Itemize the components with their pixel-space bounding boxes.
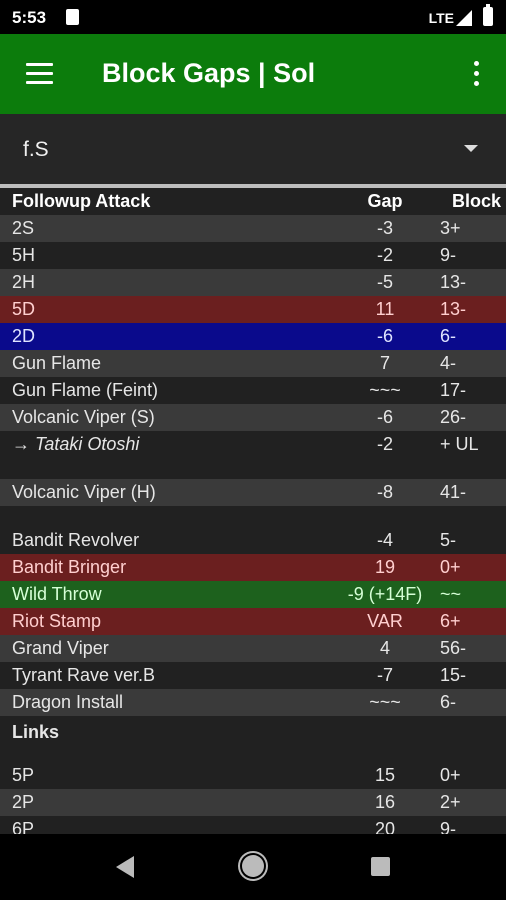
table-row: Bandit Revolver -4 -5	[0, 527, 506, 554]
table-row: Bandit Bringer 19 +0	[0, 554, 506, 581]
table-row: Wild Throw -9 (+14F) ~~	[0, 581, 506, 608]
overflow-menu-icon[interactable]	[474, 61, 480, 89]
menu-icon[interactable]	[26, 63, 53, 85]
block-value: -15	[440, 665, 467, 685]
block-gap-table[interactable]: Followup Attack Gap Block 2S -3 +3 5H -2…	[0, 188, 506, 834]
table-row: Grand Viper 4 -56	[0, 635, 506, 662]
table-row: Tyrant Rave ver.B -7 -15	[0, 662, 506, 689]
section-heading-links: Links	[0, 716, 506, 762]
block-value: UL +	[440, 434, 479, 454]
recents-icon[interactable]	[371, 857, 390, 876]
table-row: Volcanic Viper (S) -6 -26	[0, 404, 506, 431]
attack-name: 2D	[12, 326, 36, 346]
block-value: -9	[440, 819, 457, 834]
navigation-bar	[0, 834, 506, 900]
attack-name: → Tataki Otoshi	[12, 434, 140, 454]
table-row: Gun Flame (Feint) ~~~ -17	[0, 377, 506, 404]
header-block: Block	[452, 191, 502, 211]
table-row: 5H -2 -9	[0, 242, 506, 269]
table-row: Volcanic Viper (H) -8 -41	[0, 479, 506, 506]
table-row: 6P 20 -9	[0, 816, 506, 834]
block-value: -13	[440, 299, 467, 319]
table-row: 5P 15 +0	[0, 762, 506, 789]
back-icon[interactable]	[116, 856, 134, 878]
move-selector-dropdown[interactable]: f.S	[0, 114, 506, 184]
table-row: 2H -5 -13	[0, 269, 506, 296]
attack-name: Gun Flame (Feint)	[12, 380, 159, 400]
table-row: 5D 11 -13	[0, 296, 506, 323]
section-label: Links	[12, 722, 60, 742]
block-value: -13	[440, 272, 467, 292]
block-value: +0	[440, 765, 461, 785]
page-title: Block Gaps | Sol	[102, 58, 316, 88]
row-spacer	[0, 458, 506, 479]
app-bar: Block Gaps | Sol	[0, 34, 506, 114]
move-selector-value: f.S	[23, 138, 49, 161]
attack-name: 6P	[12, 819, 35, 834]
signal-icon	[456, 10, 472, 26]
header-followup-attack: Followup Attack	[12, 191, 151, 211]
status-time: 5:53	[12, 8, 47, 27]
attack-name: Riot Stamp	[12, 611, 102, 631]
attack-name: 2S	[12, 218, 35, 238]
attack-name: Volcanic Viper (S)	[12, 407, 155, 427]
block-value: -9	[440, 245, 457, 265]
status-bar: 5:53 LTE	[0, 0, 506, 34]
attack-name: 2H	[12, 272, 36, 292]
attack-name: Volcanic Viper (H)	[12, 482, 156, 502]
table-row: Dragon Install ~~~ -6	[0, 689, 506, 716]
table-row: 2P 16 +2	[0, 789, 506, 816]
table-row: → Tataki Otoshi -2 UL +	[0, 431, 506, 458]
table-header: Followup Attack Gap Block	[0, 188, 506, 215]
block-value: -5	[440, 530, 457, 550]
table-row: Riot Stamp VAR +6	[0, 608, 506, 635]
dropdown-arrow-icon	[464, 145, 478, 152]
attack-name: 5H	[12, 245, 36, 265]
attack-name: 5D	[12, 299, 36, 319]
home-icon[interactable]	[242, 855, 264, 877]
block-value: -6	[440, 326, 457, 346]
block-value: -4	[440, 353, 457, 373]
attack-name: Grand Viper	[12, 638, 109, 658]
attack-name: Wild Throw	[12, 584, 102, 604]
table-row: 2S -3 +3	[0, 215, 506, 242]
block-value: +3	[440, 218, 461, 238]
block-value: -6	[440, 692, 457, 712]
attack-name: 2P	[12, 792, 35, 812]
attack-name: Bandit Revolver	[12, 530, 140, 550]
attack-name: Dragon Install	[12, 692, 124, 712]
table-row: Gun Flame 7 -4	[0, 350, 506, 377]
attack-name: 5P	[12, 765, 35, 785]
row-spacer	[0, 506, 506, 527]
table-row: 2D -6 -6	[0, 323, 506, 350]
sd-card-icon	[66, 9, 79, 25]
attack-name: Gun Flame	[12, 353, 102, 373]
block-value: -17	[440, 380, 467, 400]
block-value: ~~	[440, 584, 462, 604]
header-gap: Gap	[367, 191, 403, 211]
block-value: -56	[440, 638, 467, 658]
block-value: +0	[440, 557, 461, 577]
battery-icon	[483, 4, 493, 26]
attack-name: Bandit Bringer	[12, 557, 127, 577]
block-value: +2	[440, 792, 461, 812]
block-value: -26	[440, 407, 467, 427]
block-value: +6	[440, 611, 461, 631]
attack-name: Tyrant Rave ver.B	[12, 665, 156, 685]
block-value: -41	[440, 482, 467, 502]
network-type: LTE	[428, 10, 454, 26]
